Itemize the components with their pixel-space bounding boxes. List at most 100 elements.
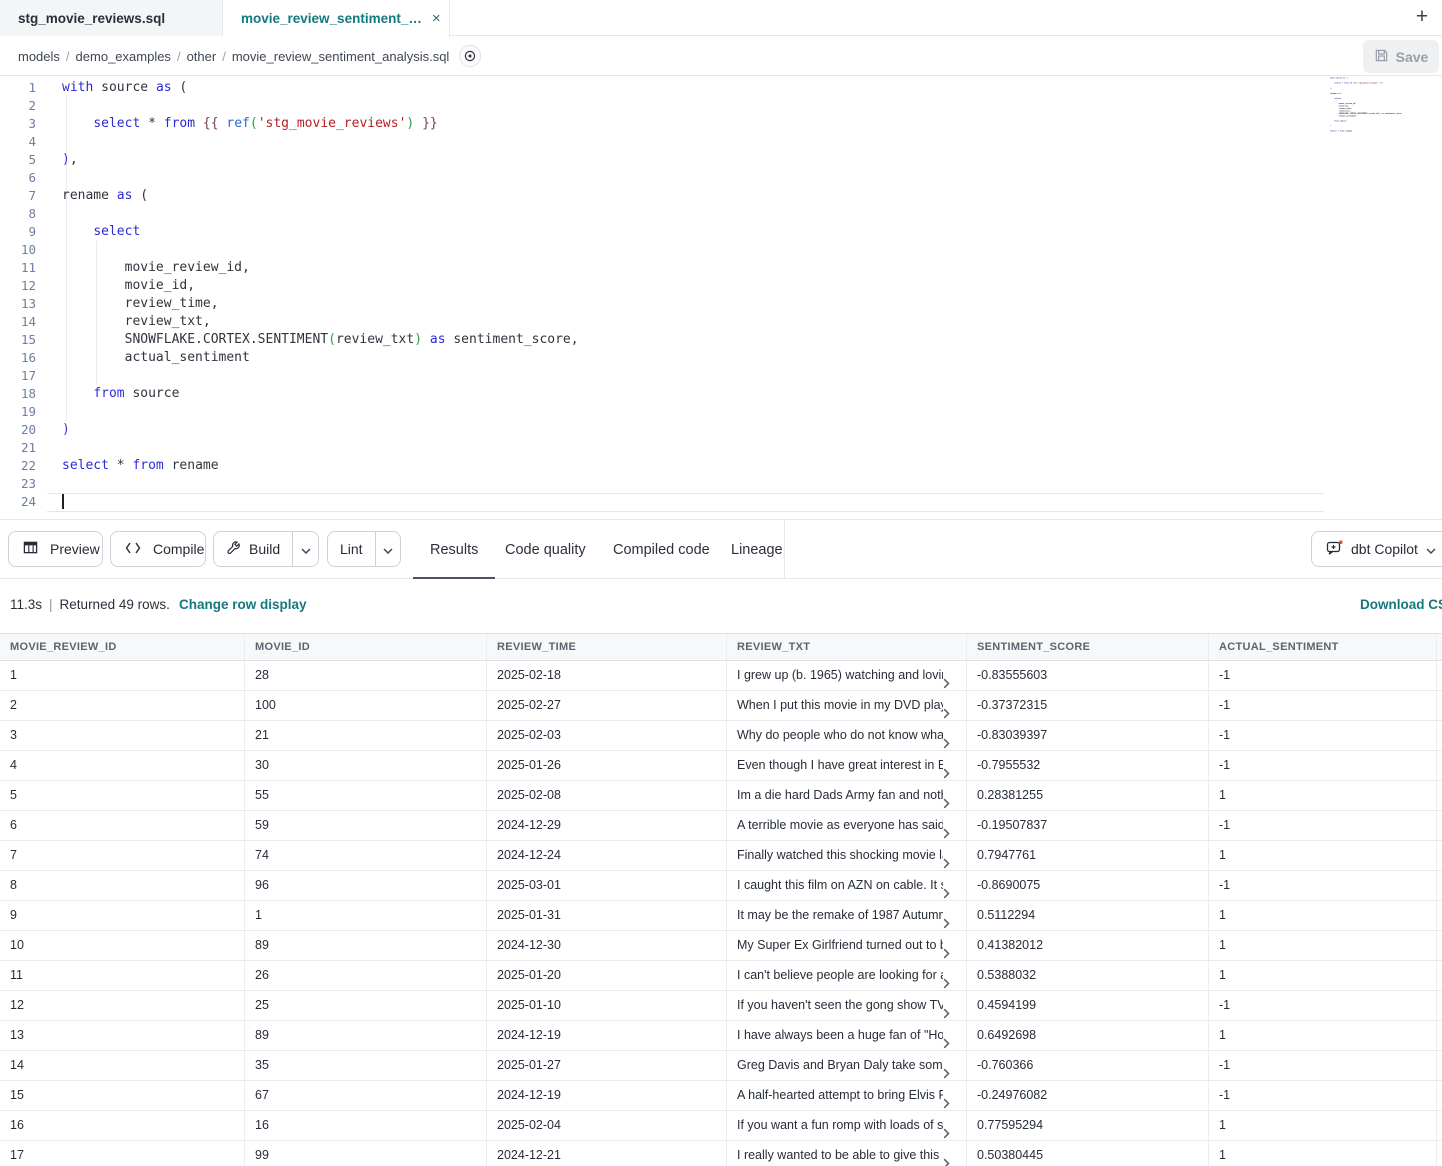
table-cell: 25: [245, 991, 487, 1020]
code-lines[interactable]: with source as ( select * from {{ ref('s…: [62, 79, 1322, 511]
expand-row-icon[interactable]: [943, 671, 950, 690]
expand-row-icon[interactable]: [943, 1031, 950, 1050]
line-number: 15: [0, 331, 36, 349]
results-grid: MOVIE_REVIEW_IDMOVIE_IDREVIEW_TIMEREVIEW…: [0, 633, 1442, 1166]
expand-row-icon[interactable]: [943, 971, 950, 990]
table-cell: -0.19507837: [967, 811, 1209, 840]
table-cell: 59: [245, 811, 487, 840]
table-row: 14352025-01-27Greg Davis and Bryan Daly …: [0, 1051, 1442, 1081]
review-text: Finally watched this shocking movie la…: [737, 841, 943, 870]
line-number: 21: [0, 439, 36, 457]
preview-button[interactable]: Preview: [8, 531, 103, 567]
table-cell: 8: [0, 871, 245, 900]
tab-stg-movie-reviews[interactable]: stg_movie_reviews.sql: [0, 0, 222, 36]
table-cell: 89: [245, 931, 487, 960]
expand-row-icon[interactable]: [943, 791, 950, 810]
table-cell: 12: [0, 991, 245, 1020]
expand-row-icon[interactable]: [943, 1001, 950, 1020]
table-cell: I caught this film on AZN on cable. It s…: [727, 871, 967, 900]
breadcrumb-demo-examples[interactable]: demo_examples: [76, 49, 171, 64]
expand-row-icon[interactable]: [943, 941, 950, 960]
table-cell: -1: [1209, 871, 1437, 900]
table-cell: 0.6492698: [967, 1021, 1209, 1050]
table-cell: 1: [245, 901, 487, 930]
table-row: 7742024-12-24Finally watched this shocki…: [0, 841, 1442, 871]
table-cell: 7: [0, 841, 245, 870]
tab-results[interactable]: Results: [413, 520, 495, 579]
expand-row-icon[interactable]: [943, 1151, 950, 1166]
table-cell: 2024-12-19: [487, 1021, 727, 1050]
line-number: 18: [0, 385, 36, 403]
code-icon: [125, 541, 141, 557]
editor-tab-bar: stg_movie_reviews.sql movie_review_senti…: [0, 0, 1442, 36]
save-button[interactable]: Save: [1363, 40, 1439, 73]
table-cell: -0.760366: [967, 1051, 1209, 1080]
build-button[interactable]: Build: [214, 532, 292, 566]
table-row: 3212025-02-03Why do people who do not kn…: [0, 721, 1442, 751]
breadcrumb-other[interactable]: other: [187, 49, 217, 64]
review-text: I really wanted to be able to give this …: [737, 1141, 943, 1166]
code-line: review_txt,: [62, 313, 1322, 331]
new-tab-button[interactable]: +: [1408, 2, 1436, 32]
expand-row-icon[interactable]: [943, 1061, 950, 1080]
change-row-display-link[interactable]: Change row display: [179, 597, 307, 612]
expand-row-icon[interactable]: [943, 881, 950, 900]
column-header-actual_sentiment: ACTUAL_SENTIMENT: [1209, 634, 1437, 660]
expand-row-icon[interactable]: [943, 731, 950, 750]
lint-dropdown-button[interactable]: [375, 532, 400, 566]
table-cell: 0.4594199: [967, 991, 1209, 1020]
table-cell: 2024-12-29: [487, 811, 727, 840]
tab-movie-review-sentiment[interactable]: movie_review_sentiment_… ×: [222, 0, 450, 37]
table-cell: Why do people who do not know what…: [727, 721, 967, 750]
table-cell: -0.83039397: [967, 721, 1209, 750]
expand-row-icon[interactable]: [943, 701, 950, 720]
dbt-copilot-button[interactable]: dbt Copilot: [1311, 531, 1442, 567]
table-cell: 2025-03-01: [487, 871, 727, 900]
code-editor[interactable]: 123456789101112131415161718192021222324 …: [0, 76, 1442, 519]
expand-row-icon[interactable]: [943, 1121, 950, 1140]
table-cell: 35: [245, 1051, 487, 1080]
table-cell: Im a die hard Dads Army fan and nothi…: [727, 781, 967, 810]
build-dropdown-button[interactable]: [292, 532, 318, 566]
line-number: 22: [0, 457, 36, 475]
tab-code-quality[interactable]: Code quality: [488, 520, 603, 579]
code-line: actual_sentiment: [62, 349, 1322, 367]
code-line: select * from rename: [62, 457, 1322, 475]
line-number: 13: [0, 295, 36, 313]
code-line: [62, 205, 1322, 223]
table-cell: 0.7947761: [967, 841, 1209, 870]
table-cell: My Super Ex Girlfriend turned out to b…: [727, 931, 967, 960]
close-icon[interactable]: ×: [432, 10, 441, 27]
copilot-label: dbt Copilot: [1351, 541, 1418, 557]
expand-row-icon[interactable]: [943, 851, 950, 870]
table-cell: 0.5112294: [967, 901, 1209, 930]
grid-body: 1282025-02-18I grew up (b. 1965) watchin…: [0, 661, 1442, 1166]
table-cell: 2025-01-26: [487, 751, 727, 780]
table-cell: 21: [245, 721, 487, 750]
line-number: 20: [0, 421, 36, 439]
expand-row-icon[interactable]: [943, 1091, 950, 1110]
expand-row-icon[interactable]: [943, 911, 950, 930]
chevron-down-icon: [1426, 541, 1436, 557]
code-line: [62, 133, 1322, 151]
expand-row-icon[interactable]: [943, 761, 950, 780]
table-cell: 2024-12-19: [487, 1081, 727, 1110]
table-cell: 28: [245, 661, 487, 690]
table-cell: -1: [1209, 691, 1437, 720]
compile-button[interactable]: Compile: [110, 531, 206, 567]
review-text: I can't believe people are looking for a…: [737, 961, 943, 990]
line-number: 7: [0, 187, 36, 205]
compiled-code-tab-label: Compiled code: [613, 542, 710, 558]
query-status-bar: 11.3s|Returned 49 rows. Change row displ…: [0, 579, 1442, 633]
table-row: 11262025-01-20I can't believe people are…: [0, 961, 1442, 991]
tab-compiled-code[interactable]: Compiled code: [596, 520, 727, 579]
breadcrumb-models[interactable]: models: [18, 49, 60, 64]
column-header-sentiment_score: SENTIMENT_SCORE: [967, 634, 1209, 660]
query-duration: 11.3s: [10, 597, 42, 612]
tab-lineage[interactable]: Lineage: [714, 520, 800, 579]
minimap[interactable]: with source as ( select * from {{ ref('s…: [1330, 77, 1408, 139]
table-cell: 30: [245, 751, 487, 780]
download-csv-link[interactable]: Download CSV: [1360, 597, 1442, 612]
lint-button[interactable]: Lint: [328, 532, 375, 566]
expand-row-icon[interactable]: [943, 821, 950, 840]
